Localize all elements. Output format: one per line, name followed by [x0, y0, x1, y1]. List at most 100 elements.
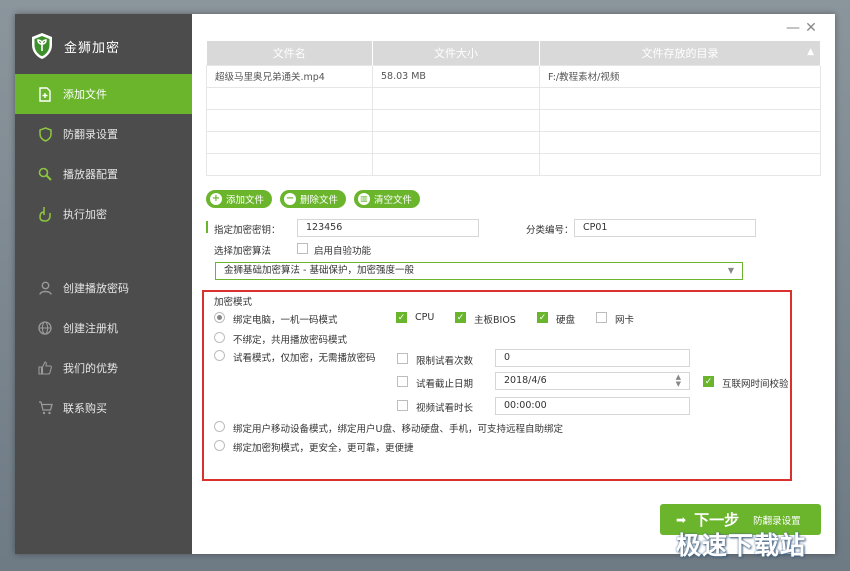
cpu-checkbox[interactable]: ✓: [396, 312, 407, 323]
cell-size: [372, 130, 540, 154]
scroll-up-icon[interactable]: ▲: [807, 47, 814, 57]
cpu-label: CPU: [415, 312, 435, 323]
clear-files-button-label: 清空文件: [374, 195, 413, 206]
no-bind-label: 不绑定，共用播放密码模式: [233, 335, 348, 346]
sidebar: 金狮加密 添加文件 防翻录设置 播放器配置 执行加密 创建播放密码 创建注册机 …: [15, 14, 192, 554]
next-step-sub: 防翻录设置: [753, 515, 801, 527]
limit-count-input[interactable]: 0: [495, 349, 690, 367]
user-icon: [37, 280, 53, 296]
sidebar-item-label: 联系购买: [63, 402, 107, 415]
board-checkbox[interactable]: ✓: [455, 312, 466, 323]
limit-count-checkbox[interactable]: [397, 353, 408, 364]
minus-icon: −: [284, 193, 297, 205]
file-table: 文件名 文件大小 文件存放的目录 ▲ 超级马里奥兄弟通关.mp4 58.03 M…: [206, 41, 821, 176]
table-row[interactable]: 超级马里奥兄弟通关.mp4 58.03 MB F:/教程素材/视频: [206, 64, 821, 88]
disk-checkbox[interactable]: ✓: [537, 312, 548, 323]
file-actions: + 添加文件 − 删除文件 ▥ 清空文件: [206, 190, 421, 208]
cell-size: [372, 108, 540, 132]
shield-icon: [37, 126, 53, 142]
sidebar-item-label: 创建注册机: [63, 322, 118, 335]
net-time-label: 互联网时间校验: [722, 379, 789, 390]
globe-icon: [37, 320, 53, 336]
add-file-button[interactable]: + 添加文件: [206, 190, 273, 208]
brand: 金狮加密: [30, 31, 120, 61]
minimize-button[interactable]: —: [786, 20, 800, 36]
cell-directory: [539, 86, 821, 110]
algorithm-select-value: 金狮基础加密算法 - 基础保护，加密强度一般: [224, 265, 414, 276]
table-row[interactable]: [206, 152, 821, 176]
trial-label: 试看模式，仅加密，无需播放密码: [233, 353, 376, 364]
trial-duration-input[interactable]: 00:00:00: [495, 397, 690, 415]
self-check-label: 启用自验功能: [314, 246, 372, 257]
column-header-directory[interactable]: 文件存放的目录 ▲: [539, 41, 821, 65]
cell-directory: F:/教程素材/视频: [539, 64, 821, 88]
sidebar-item-create-password[interactable]: 创建播放密码: [15, 268, 192, 308]
sidebar-item-execute[interactable]: 执行加密: [15, 194, 192, 234]
sidebar-item-anti-record[interactable]: 防翻录设置: [15, 114, 192, 154]
bind-pc-label: 绑定电脑，一机一码模式: [233, 315, 338, 326]
sidebar-item-add-file[interactable]: 添加文件: [15, 74, 192, 114]
cart-icon: [37, 400, 53, 416]
sidebar-item-label: 执行加密: [63, 208, 107, 221]
radio-trial[interactable]: [214, 350, 225, 361]
arrow-right-icon: ➡: [676, 512, 687, 527]
algorithm-select[interactable]: 金狮基础加密算法 - 基础保护，加密强度一般 ▼: [215, 262, 743, 280]
table-row[interactable]: [206, 130, 821, 154]
radio-bind-mobile[interactable]: [214, 421, 225, 432]
category-label: 分类编号：: [526, 225, 574, 236]
cell-directory: [539, 108, 821, 132]
add-file-icon: [37, 86, 53, 102]
sidebar-item-label: 播放器配置: [63, 168, 118, 181]
search-icon: [37, 166, 53, 182]
trial-duration-label: 视频试看时长: [416, 403, 474, 414]
expire-date-input[interactable]: 2018/4/6 ▲ ▼: [495, 372, 690, 390]
bind-dongle-label: 绑定加密狗模式，更安全，更可靠，更便捷: [233, 443, 414, 454]
add-file-button-label: 添加文件: [226, 195, 265, 206]
expire-date-value: 2018/4/6: [504, 375, 547, 386]
column-header-filename[interactable]: 文件名: [206, 41, 373, 65]
self-check-checkbox[interactable]: [297, 243, 308, 254]
hand-icon: [37, 206, 53, 222]
nic-label: 网卡: [615, 315, 635, 326]
delete-file-button-label: 删除文件: [300, 195, 339, 206]
limit-count-label: 限制试看次数: [416, 356, 474, 367]
table-row[interactable]: [206, 108, 821, 132]
board-label: 主板BIOS: [474, 315, 516, 326]
radio-no-bind[interactable]: [214, 332, 225, 343]
watermark: 极速下载站: [676, 531, 807, 560]
sidebar-item-player-config[interactable]: 播放器配置: [15, 154, 192, 194]
close-button[interactable]: ✕: [804, 20, 818, 36]
expire-date-checkbox[interactable]: [397, 376, 408, 387]
key-input[interactable]: 123456: [297, 219, 479, 237]
cell-filename: [206, 108, 373, 132]
trial-duration-checkbox[interactable]: [397, 400, 408, 411]
nic-checkbox[interactable]: [596, 312, 607, 323]
column-header-directory-label: 文件存放的目录: [641, 46, 719, 60]
table-header-row: 文件名 文件大小 文件存放的目录 ▲: [206, 41, 821, 65]
column-header-size[interactable]: 文件大小: [372, 41, 540, 65]
clear-files-button[interactable]: ▥ 清空文件: [354, 190, 421, 208]
app-title: 金狮加密: [64, 40, 121, 56]
chevron-down-icon: ▼: [727, 266, 734, 275]
sidebar-item-create-keygen[interactable]: 创建注册机: [15, 308, 192, 348]
cell-filename: [206, 130, 373, 154]
trash-icon: ▥: [358, 193, 371, 205]
radio-bind-dongle[interactable]: [214, 440, 225, 451]
algorithm-label: 选择加密算法: [214, 246, 272, 257]
cell-filename: [206, 152, 373, 176]
sidebar-item-purchase[interactable]: 联系购买: [15, 388, 192, 428]
sidebar-item-label: 添加文件: [63, 88, 107, 101]
cell-size: [372, 86, 540, 110]
bind-mobile-label: 绑定用户移动设备模式，绑定用户U盘、移动硬盘、手机，可支持远程自助绑定: [233, 424, 563, 435]
category-input[interactable]: CP01: [574, 219, 756, 237]
plus-icon: +: [210, 193, 222, 205]
radio-bind-pc[interactable]: [214, 312, 225, 323]
sidebar-item-advantages[interactable]: 我们的优势: [15, 348, 192, 388]
section-marker: [206, 221, 208, 233]
net-time-checkbox[interactable]: ✓: [703, 376, 714, 387]
key-label: 指定加密密钥：: [214, 225, 281, 236]
spinner-icon[interactable]: ▲ ▼: [676, 374, 681, 388]
table-row[interactable]: [206, 86, 821, 110]
delete-file-button[interactable]: − 删除文件: [280, 190, 347, 208]
cell-filename: [206, 86, 373, 110]
